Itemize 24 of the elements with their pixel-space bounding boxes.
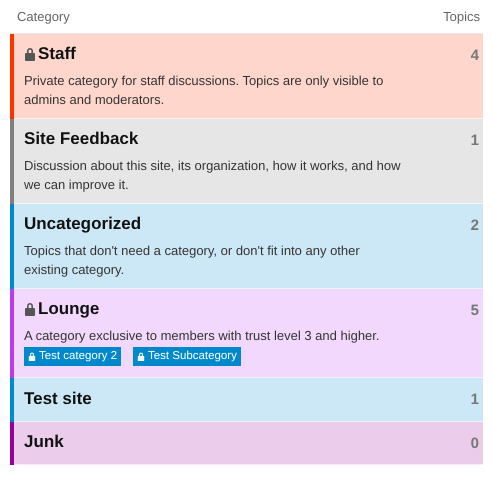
category-name[interactable]: Uncategorized xyxy=(24,211,142,237)
category-name[interactable]: Test site xyxy=(24,386,92,411)
category-description: Discussion about this site, its organization, how it works, and how we can improve it. xyxy=(24,157,402,194)
topic-count: 0 xyxy=(470,434,479,454)
category-name[interactable]: Site Feedback xyxy=(24,126,138,152)
topic-count: 4 xyxy=(470,46,479,66)
category-description: Private category for staff discussions. Topics are only visible to admins and moderators. xyxy=(24,72,384,109)
column-header[interactable]: Category xyxy=(10,6,70,26)
category-name[interactable]: Staff xyxy=(38,41,76,67)
lock-icon xyxy=(136,352,145,362)
lock-icon xyxy=(24,47,36,61)
category-name[interactable]: Junk xyxy=(24,429,64,454)
category-description: A category exclusive to members with trust level 3 and higher. xyxy=(24,327,380,345)
topic-count: 1 xyxy=(470,390,479,410)
topic-count: 5 xyxy=(470,301,479,321)
lock-icon xyxy=(28,352,36,362)
topic-count: 1 xyxy=(470,131,479,151)
topic-count: 2 xyxy=(470,216,479,236)
column-header[interactable]: Topics xyxy=(443,6,483,26)
lock-icon xyxy=(24,302,36,316)
category-name[interactable]: Lounge xyxy=(38,296,100,322)
subcategory-badge[interactable]: Test Subcategory xyxy=(132,347,241,366)
category-description: Topics that don't need a category, or don't fit into any other existing category. xyxy=(24,242,361,279)
subcategory-badge[interactable]: Test category 2 xyxy=(24,347,121,366)
